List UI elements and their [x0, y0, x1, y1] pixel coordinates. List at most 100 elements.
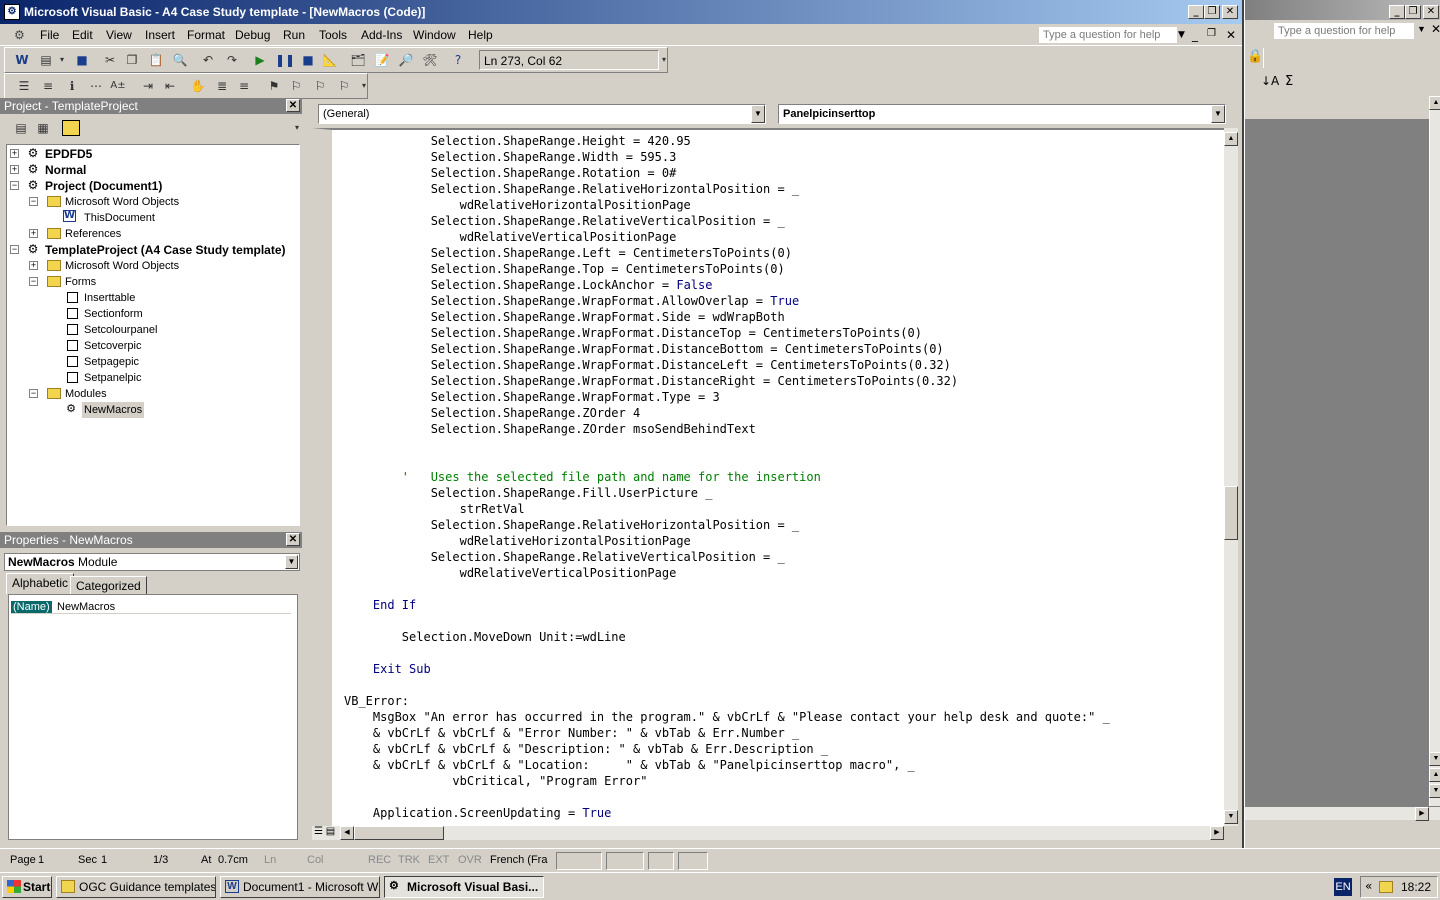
- tray-folder-icon[interactable]: [1379, 881, 1393, 893]
- collapse-icon[interactable]: −: [10, 245, 19, 254]
- word-icon[interactable]: W: [13, 52, 31, 68]
- bg-close-button[interactable]: ✕: [1423, 5, 1439, 19]
- code-line[interactable]: Selection.ShapeRange.RelativeHorizontalP…: [344, 181, 1110, 197]
- status-rec[interactable]: REC: [368, 854, 391, 866]
- vb-app-icon[interactable]: ⚙: [4, 4, 20, 20]
- menu-format[interactable]: Format: [187, 28, 225, 42]
- menu-insert[interactable]: Insert: [145, 28, 175, 42]
- collapse-icon[interactable]: −: [29, 277, 38, 286]
- tree-node-setpanelpic[interactable]: Setpanelpic: [84, 370, 142, 386]
- mdi-restore-icon[interactable]: ❐: [1207, 28, 1216, 39]
- design-mode-icon[interactable]: 📐: [321, 52, 339, 68]
- code-line[interactable]: [344, 677, 1110, 693]
- code-line[interactable]: vbCritical, "Program Error": [344, 773, 1110, 789]
- help-search-input[interactable]: Type a question for help: [1038, 26, 1178, 44]
- code-line[interactable]: [344, 437, 1110, 453]
- expand-icon[interactable]: +: [29, 229, 38, 238]
- clear-bookmarks-icon[interactable]: ⚐: [335, 78, 353, 94]
- edit-toolbar-options-icon[interactable]: ▾: [355, 78, 373, 94]
- toggle-bookmark-icon[interactable]: ⚑: [265, 78, 283, 94]
- code-line[interactable]: Selection.ShapeRange.Left = CentimetersT…: [344, 245, 1110, 261]
- code-line[interactable]: End If: [344, 597, 1110, 613]
- object-browser-icon[interactable]: 🔎: [397, 52, 415, 68]
- tree-node-inserttable[interactable]: Inserttable: [84, 290, 135, 306]
- code-line[interactable]: Selection.ShapeRange.Rotation = 0#: [344, 165, 1110, 181]
- code-line[interactable]: VB_Error:: [344, 693, 1110, 709]
- code-line[interactable]: Selection.ShapeRange.RelativeHorizontalP…: [344, 517, 1110, 533]
- vb-menu-icon[interactable]: ⚙: [14, 28, 25, 42]
- scroll-up-icon[interactable]: ▲: [1224, 132, 1238, 146]
- code-line[interactable]: [344, 613, 1110, 629]
- expand-icon[interactable]: +: [29, 261, 38, 270]
- undo-icon[interactable]: ↶: [199, 52, 217, 68]
- menu-debug[interactable]: Debug: [235, 28, 270, 42]
- taskbar-item-vb[interactable]: ⚙ Microsoft Visual Basi...: [384, 876, 544, 898]
- scroll-left-icon[interactable]: ◀: [340, 826, 354, 840]
- code-line[interactable]: [344, 453, 1110, 469]
- object-selector-dropdown-icon[interactable]: ▼: [285, 555, 298, 569]
- complete-word-icon[interactable]: A±: [109, 78, 127, 94]
- toggle-breakpoint-icon[interactable]: ✋: [189, 78, 207, 94]
- expand-icon[interactable]: +: [10, 149, 19, 158]
- menu-tools[interactable]: Tools: [319, 28, 347, 42]
- code-vertical-scrollbar[interactable]: ▲ ▼: [1224, 128, 1238, 826]
- save-icon[interactable]: ■: [73, 52, 91, 68]
- tree-node-modules[interactable]: Modules: [65, 386, 107, 402]
- taskbar-item-document1[interactable]: W Document1 - Microsoft W...: [220, 876, 380, 898]
- previous-bookmark-icon[interactable]: ⚐: [311, 78, 329, 94]
- mdi-minimize-icon[interactable]: _: [1192, 28, 1198, 42]
- tree-node-templateproject[interactable]: TemplateProject (A4 Case Study template): [45, 242, 286, 258]
- scroll-down-icon[interactable]: ▼: [1224, 810, 1238, 824]
- code-line[interactable]: Selection.ShapeRange.WrapFormat.Distance…: [344, 373, 1110, 389]
- view-object-icon[interactable]: ▦: [34, 120, 52, 136]
- project-explorer-icon[interactable]: 🗂: [349, 52, 367, 68]
- code-line[interactable]: Selection.ShapeRange.WrapFormat.AllowOve…: [344, 293, 1110, 309]
- tree-node-project-document1[interactable]: Project (Document1): [45, 178, 162, 194]
- help-icon[interactable]: ?: [449, 52, 467, 68]
- insert-dropdown-icon[interactable]: ▾: [53, 52, 71, 68]
- mdi-close-icon[interactable]: ✕: [1226, 28, 1236, 42]
- indent-icon[interactable]: ⇥: [139, 78, 157, 94]
- bg-help-search[interactable]: Type a question for help: [1273, 22, 1415, 40]
- tree-node-setcoverpic[interactable]: Setcoverpic: [84, 338, 141, 354]
- object-combo[interactable]: (General) ▼: [318, 104, 766, 124]
- paste-icon[interactable]: 📋: [147, 52, 165, 68]
- code-line[interactable]: MsgBox "An error has occurred in the pro…: [344, 709, 1110, 725]
- code-line[interactable]: [344, 581, 1110, 597]
- comment-block-icon[interactable]: ≣: [213, 78, 231, 94]
- tree-node-newmacros[interactable]: NewMacros: [82, 402, 145, 418]
- code-line[interactable]: strRetVal: [344, 501, 1110, 517]
- close-button[interactable]: ✕: [1222, 5, 1238, 19]
- code-line[interactable]: [344, 645, 1110, 661]
- scroll-thumb[interactable]: [1224, 486, 1238, 540]
- tree-node-setpagepic[interactable]: Setpagepic: [84, 354, 139, 370]
- tree-node-forms[interactable]: Forms: [65, 274, 96, 290]
- tab-alphabetic[interactable]: Alphabetic: [6, 573, 75, 594]
- menu-file[interactable]: File: [40, 28, 59, 42]
- view-toggle-icon[interactable]: ☰ ▤: [314, 826, 338, 840]
- language-indicator[interactable]: EN: [1334, 878, 1352, 896]
- toolbox-icon[interactable]: 🛠: [421, 52, 439, 68]
- menu-run[interactable]: Run: [283, 28, 305, 42]
- toolbar-options-icon[interactable]: ▾: [655, 52, 673, 68]
- tree-node-references[interactable]: References: [65, 226, 121, 242]
- property-row[interactable]: (Name) NewMacros: [11, 599, 291, 614]
- find-icon[interactable]: 🔍: [171, 52, 189, 68]
- code-line[interactable]: wdRelativeHorizontalPositionPage: [344, 533, 1110, 549]
- lock-icon[interactable]: 🔒: [1247, 48, 1263, 64]
- parameter-info-icon[interactable]: ⋯: [87, 78, 105, 94]
- minimize-button[interactable]: _: [1188, 5, 1204, 19]
- code-line[interactable]: wdRelativeHorizontalPositionPage: [344, 197, 1110, 213]
- redo-icon[interactable]: ↷: [223, 52, 241, 68]
- tree-node-epdfd5[interactable]: EPDFD5: [45, 146, 92, 162]
- menu-edit[interactable]: Edit: [72, 28, 93, 42]
- menu-window[interactable]: Window: [413, 28, 456, 42]
- tray-expand-icon[interactable]: «: [1365, 879, 1372, 893]
- bg-vertical-scrollbar[interactable]: ▲ ▼ ▲ ▼: [1429, 96, 1440, 806]
- code-line[interactable]: Selection.ShapeRange.WrapFormat.Distance…: [344, 341, 1110, 357]
- uncomment-block-icon[interactable]: ≡: [235, 78, 253, 94]
- next-bookmark-icon[interactable]: ⚐: [287, 78, 305, 94]
- code-line[interactable]: Selection.ShapeRange.ZOrder 4: [344, 405, 1110, 421]
- bg-close-doc-icon[interactable]: ✕: [1431, 22, 1440, 36]
- tree-node-word-objects-2[interactable]: Microsoft Word Objects: [65, 258, 179, 274]
